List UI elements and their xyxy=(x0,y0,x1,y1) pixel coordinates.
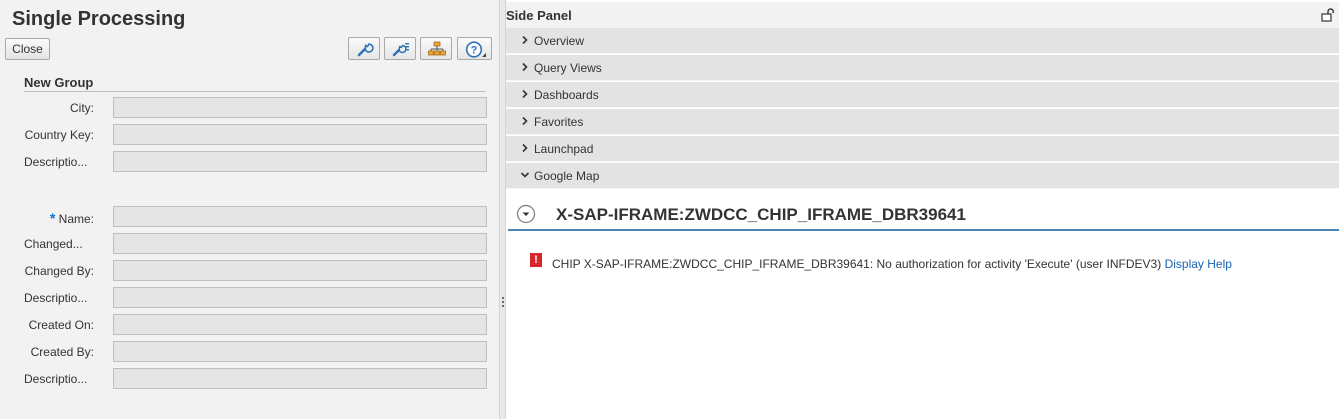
accordion-launchpad[interactable]: Launchpad xyxy=(506,136,1339,162)
side-panel: Side Panel Overview Query Views Dashboar… xyxy=(506,0,1339,419)
field-changed-by: Changed By: xyxy=(0,260,499,282)
accordion-label: Overview xyxy=(534,34,585,48)
chevron-right-icon xyxy=(522,116,528,126)
help-icon: ? xyxy=(465,41,486,58)
group-title: New Group xyxy=(24,75,94,90)
accordion-label: Favorites xyxy=(534,115,584,129)
side-panel-header: Side Panel xyxy=(506,2,1339,28)
field-city: City: xyxy=(0,97,499,119)
wrench-icon xyxy=(357,43,374,57)
error-text: CHIP X-SAP-IFRAME:ZWDCC_CHIP_IFRAME_DBR3… xyxy=(552,257,1162,271)
field-label: Descriptio... xyxy=(24,372,88,386)
description-input-3[interactable] xyxy=(113,368,487,389)
required-marker: * xyxy=(49,210,56,226)
chevron-right-icon xyxy=(522,89,528,99)
chevron-right-icon xyxy=(522,62,528,72)
pane-splitter[interactable] xyxy=(499,0,506,419)
help-button[interactable]: ? xyxy=(457,37,492,60)
splitter-grip-dot xyxy=(502,301,504,303)
field-created-on: Created On: xyxy=(0,314,499,336)
accordion-label: Dashboards xyxy=(534,88,599,102)
chip-title-underline xyxy=(508,229,1339,231)
wrench-button[interactable] xyxy=(348,37,380,60)
display-help-link[interactable]: Display Help xyxy=(1165,257,1232,271)
field-label-name: * Name: xyxy=(24,210,94,226)
created-by-input[interactable] xyxy=(113,341,487,362)
field-description-3: Descriptio... xyxy=(0,368,499,390)
page-title: Single Processing xyxy=(12,8,186,30)
country-key-input[interactable] xyxy=(113,124,487,145)
chevron-right-icon xyxy=(522,35,528,45)
accordion-overview[interactable]: Overview xyxy=(506,28,1339,54)
accordion-favorites[interactable]: Favorites xyxy=(506,109,1339,135)
field-label: Country Key: xyxy=(24,128,94,142)
field-label: City: xyxy=(70,101,94,115)
field-created-by: Created By: xyxy=(0,341,499,363)
accordion-label: Google Map xyxy=(534,169,600,183)
field-label: Name: xyxy=(58,212,94,226)
side-panel-title: Side Panel xyxy=(506,8,572,23)
error-message: CHIP X-SAP-IFRAME:ZWDCC_CHIP_IFRAME_DBR3… xyxy=(552,257,1232,271)
accordion-query-views[interactable]: Query Views xyxy=(506,55,1339,81)
description-input-2[interactable] xyxy=(113,287,487,308)
field-country-key: Country Key: xyxy=(0,124,499,146)
accordion-label: Launchpad xyxy=(534,142,594,156)
splitter-grip-dot xyxy=(502,297,504,299)
accordion-label: Query Views xyxy=(534,61,602,75)
field-label: Changed... xyxy=(24,237,83,251)
field-description-1: Descriptio... xyxy=(0,151,499,173)
splitter-grip-dot xyxy=(502,305,504,307)
wrench-list-icon xyxy=(392,43,409,57)
field-description-2: Descriptio... xyxy=(0,287,499,309)
field-label: Changed By: xyxy=(24,264,94,278)
chevron-down-icon xyxy=(520,172,530,178)
changed-on-input[interactable] xyxy=(113,233,487,254)
collapse-circle-icon[interactable] xyxy=(516,204,536,224)
accordion-dashboards[interactable]: Dashboards xyxy=(506,82,1339,108)
city-input[interactable] xyxy=(113,97,487,118)
svg-text:?: ? xyxy=(471,45,478,57)
error-icon: ! xyxy=(530,253,542,267)
accordion-google-map[interactable]: Google Map xyxy=(506,163,1339,189)
chevron-right-icon xyxy=(522,143,528,153)
close-button[interactable]: Close xyxy=(5,38,50,60)
field-name: * Name: xyxy=(0,206,499,228)
single-processing-pane: Single Processing Close ? New Group City… xyxy=(0,0,499,419)
field-label: Descriptio... xyxy=(24,291,88,305)
field-label: Created On: xyxy=(28,318,94,332)
unlock-icon[interactable] xyxy=(1321,8,1335,22)
field-label: Descriptio... xyxy=(24,155,88,169)
name-input[interactable] xyxy=(113,206,487,227)
wrench-list-button[interactable] xyxy=(384,37,416,60)
hierarchy-button[interactable] xyxy=(420,37,452,60)
field-label: Created By: xyxy=(30,345,94,359)
changed-by-input[interactable] xyxy=(113,260,487,281)
hierarchy-icon xyxy=(428,41,446,56)
field-changed-on: Changed... xyxy=(0,233,499,255)
group-divider xyxy=(24,91,486,92)
description-input-1[interactable] xyxy=(113,151,487,172)
chip-title: X-SAP-IFRAME:ZWDCC_CHIP_IFRAME_DBR39641 xyxy=(556,205,966,224)
created-on-input[interactable] xyxy=(113,314,487,335)
